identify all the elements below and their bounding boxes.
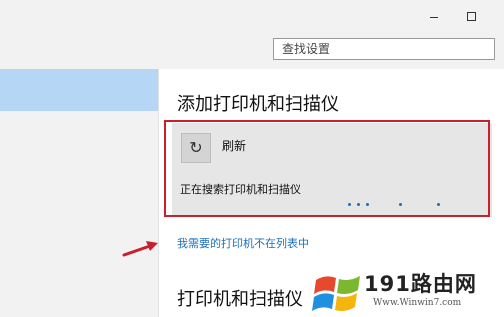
section-heading: 打印机和扫描仪 (177, 289, 303, 310)
annotation-arrow-icon (122, 241, 158, 257)
windows-logo-icon (312, 276, 360, 311)
highlight-frame (164, 120, 490, 217)
watermark: 191路由网 Www.Winwin7.com (306, 262, 504, 317)
search-input[interactable]: 查找设置 (273, 38, 495, 60)
printer-not-listed-link[interactable]: 我需要的打印机不在列表中 (177, 235, 309, 251)
maximize-button[interactable] (462, 8, 480, 26)
title-bar (0, 0, 504, 34)
watermark-url: Www.Winwin7.com (373, 298, 462, 308)
watermark-text: 191路由网 (364, 272, 477, 296)
minimize-button[interactable] (425, 8, 443, 26)
maximize-icon (466, 12, 476, 21)
sidebar-item-selected[interactable] (0, 69, 158, 111)
page-title: 添加打印机和扫描仪 (177, 94, 339, 115)
sidebar (0, 69, 159, 317)
minimize-icon (430, 17, 438, 18)
